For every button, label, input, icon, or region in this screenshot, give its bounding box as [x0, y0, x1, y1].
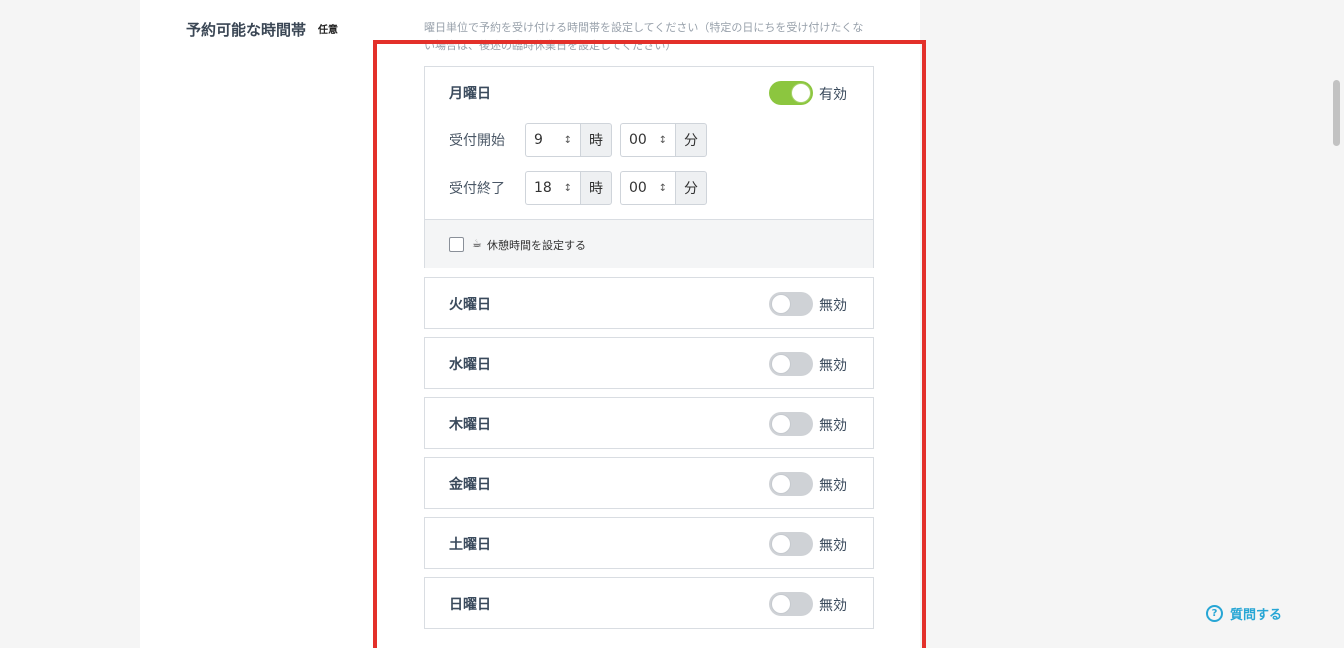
help-button-label: 質問する — [1230, 608, 1283, 623]
field-label: 予約可能な時間帯 — [186, 21, 307, 39]
scrollbar-thumb[interactable] — [1333, 80, 1340, 146]
highlight-frame — [373, 40, 926, 648]
question-circle-icon: ? — [1206, 605, 1223, 622]
optional-badge: 任意 — [318, 25, 338, 36]
help-button[interactable]: ? 質問する — [1206, 604, 1282, 623]
